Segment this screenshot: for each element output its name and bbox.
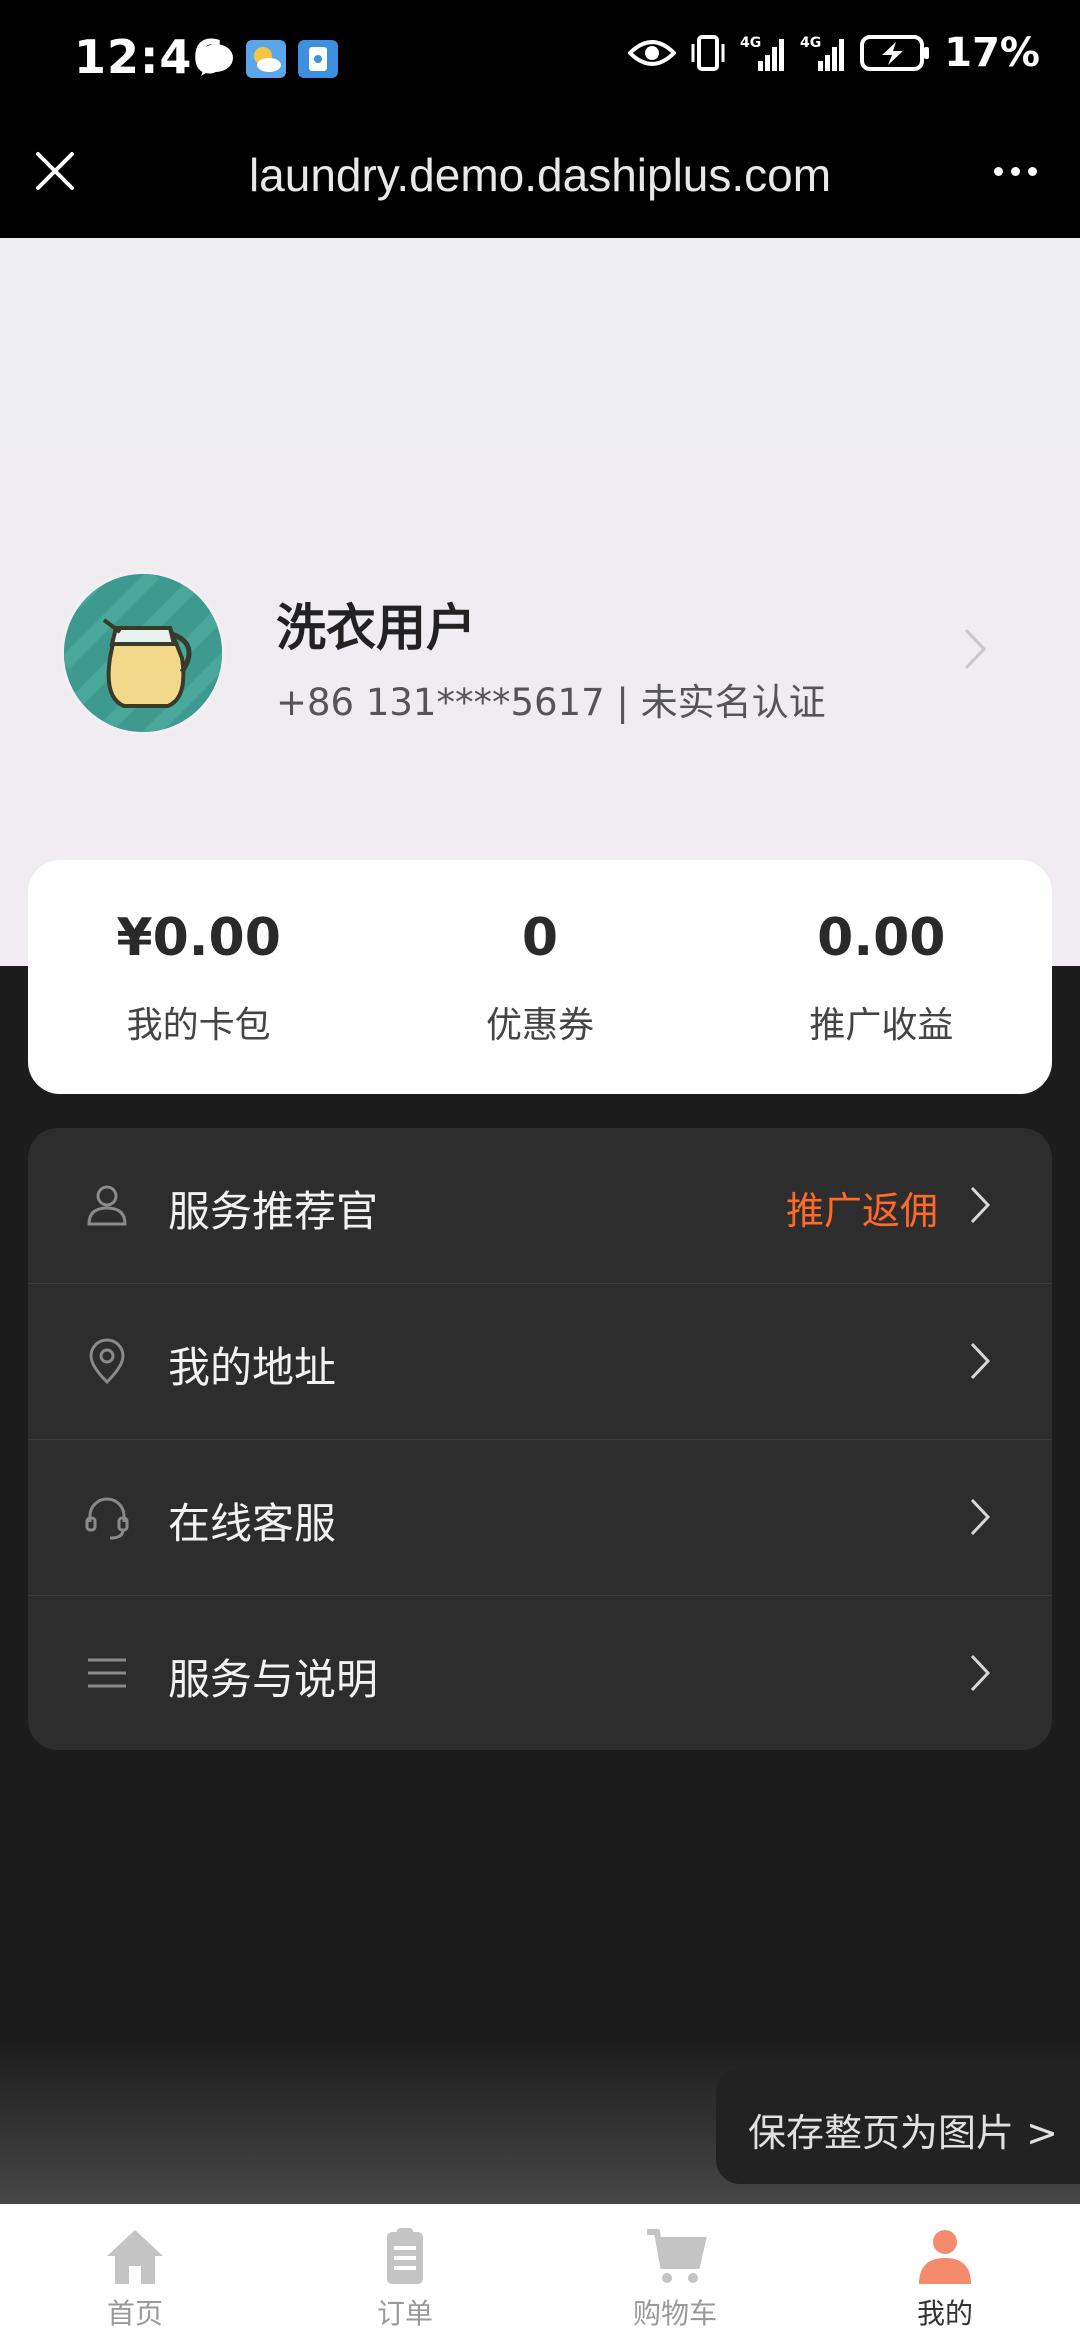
menu-item-service-referrer[interactable]: 服务推荐官 推广返佣 [28, 1128, 1052, 1284]
chevron-right-icon [970, 1498, 991, 1536]
eye-icon [628, 40, 677, 66]
stat-card-wallet[interactable]: ¥0.00 我的卡包 [28, 860, 369, 1094]
save-page-as-image-button[interactable]: 保存整页为图片 > [716, 2068, 1080, 2184]
menu-label: 在线客服 [168, 1499, 337, 1548]
list-icon [88, 1658, 126, 1688]
menu-label: 服务推荐官 [168, 1187, 379, 1236]
stat-earnings[interactable]: 0.00 推广收益 [711, 860, 1052, 1094]
chat-icon [199, 44, 233, 76]
home-icon [107, 2230, 163, 2284]
chevron-right-icon [970, 1654, 991, 1692]
user-icon [919, 2230, 971, 2284]
more-dot-icon [1010, 166, 1020, 176]
more-dot-icon [1027, 166, 1037, 176]
chevron-right-icon[interactable] [960, 624, 990, 674]
tab-bar: 首页 订单 购物车 我的 [0, 2204, 1080, 2340]
weather-icon [246, 40, 286, 78]
stat-value: ¥0.00 [116, 908, 281, 968]
signal-4g-icon: 4G [740, 35, 785, 71]
stat-label: 优惠券 [485, 1005, 594, 1046]
tab-label: 订单 [376, 2297, 433, 2330]
stat-label: 我的卡包 [126, 1005, 271, 1046]
browser-bar: laundry.demo.dashiplus.com [0, 120, 1080, 238]
user-phone-status: +86 131****5617 | 未实名认证 [276, 681, 826, 724]
tab-home[interactable]: 首页 [0, 2204, 270, 2340]
tab-label: 我的 [916, 2297, 973, 2330]
stat-value: 0 [521, 908, 559, 968]
menu-item-service-info[interactable]: 服务与说明 [28, 1596, 1052, 1750]
menu-item-address[interactable]: 我的地址 [28, 1284, 1052, 1440]
tab-mine[interactable]: 我的 [810, 2204, 1080, 2340]
menu-list: 服务推荐官 推广返佣 我的地址 在线客服 服务与说明 [28, 1128, 1052, 1750]
stat-label: 推广收益 [809, 1005, 954, 1046]
svg-text:4G: 4G [740, 35, 761, 51]
user-name[interactable]: 洗衣用户 [276, 588, 476, 660]
menu-item-customer-service[interactable]: 在线客服 [28, 1440, 1052, 1596]
more-options-button[interactable] [980, 146, 1050, 196]
stats-card: ¥0.00 我的卡包 0 优惠券 0.00 推广收益 [28, 860, 1052, 1094]
location-pin-icon [89, 1338, 125, 1385]
stat-coupons[interactable]: 0 优惠券 [369, 860, 710, 1094]
cart-icon [647, 2229, 707, 2283]
stat-value: 0.00 [817, 908, 946, 968]
person-icon [87, 1185, 127, 1226]
battery-charging-icon [860, 35, 930, 71]
tab-orders[interactable]: 订单 [270, 2204, 540, 2340]
svg-text:4G: 4G [800, 35, 821, 51]
more-dot-icon [993, 166, 1003, 176]
menu-label: 我的地址 [168, 1343, 337, 1392]
avatar[interactable] [60, 570, 226, 736]
signal-4g-icon: 4G [800, 35, 845, 71]
laundry-jug-icon [64, 574, 222, 732]
tab-label: 首页 [106, 2297, 163, 2330]
referral-commission-link[interactable]: 推广返佣 [786, 1180, 938, 1235]
order-clipboard-icon [387, 2228, 423, 2284]
headset-icon [85, 1497, 129, 1540]
battery-percent: 17% [944, 30, 1040, 76]
menu-label: 服务与说明 [168, 1655, 379, 1704]
status-bar: 12:46 4G 4G 17% [0, 0, 1080, 120]
page-url: laundry.demo.dashiplus.com [248, 149, 832, 201]
app-notification-icon [298, 40, 338, 78]
status-indicators: 4G 4G 17% [628, 30, 1040, 76]
chevron-right-icon [970, 1186, 991, 1224]
tab-label: 购物车 [632, 2297, 717, 2330]
vibrate-icon [691, 35, 725, 71]
chevron-right-icon [970, 1342, 991, 1380]
tab-cart[interactable]: 购物车 [540, 2204, 810, 2340]
